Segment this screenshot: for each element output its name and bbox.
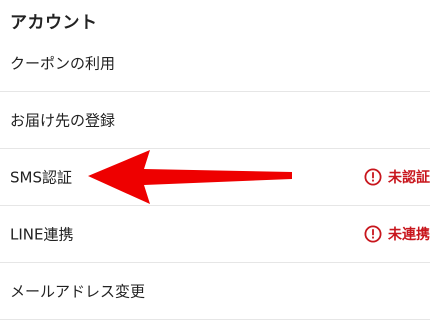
alert-circle-icon <box>364 168 382 186</box>
menu-item-label: クーポンの利用 <box>10 54 116 73</box>
alert-circle-icon <box>364 225 382 243</box>
menu-item-shipping-address[interactable]: お届け先の登録 <box>0 92 430 149</box>
menu-item-email-change[interactable]: メールアドレス変更 <box>0 263 430 320</box>
status-text: 未連携 <box>388 227 430 243</box>
account-menu: クーポンの利用 お届け先の登録 SMS認証 未認証 LINE連携 未連携 メール… <box>0 35 430 320</box>
menu-item-label: メールアドレス変更 <box>10 282 146 301</box>
status-badge: 未連携 <box>364 224 430 244</box>
menu-item-label: LINE連携 <box>10 225 74 244</box>
menu-item-sms-verification[interactable]: SMS認証 未認証 <box>0 149 430 206</box>
status-text: 未認証 <box>388 170 430 186</box>
menu-item-label: SMS認証 <box>10 168 72 187</box>
menu-item-label: お届け先の登録 <box>10 111 116 130</box>
menu-item-line-link[interactable]: LINE連携 未連携 <box>0 206 430 263</box>
menu-item-coupon[interactable]: クーポンの利用 <box>0 35 430 92</box>
status-badge: 未認証 <box>364 167 430 187</box>
section-title: アカウント <box>10 13 98 33</box>
